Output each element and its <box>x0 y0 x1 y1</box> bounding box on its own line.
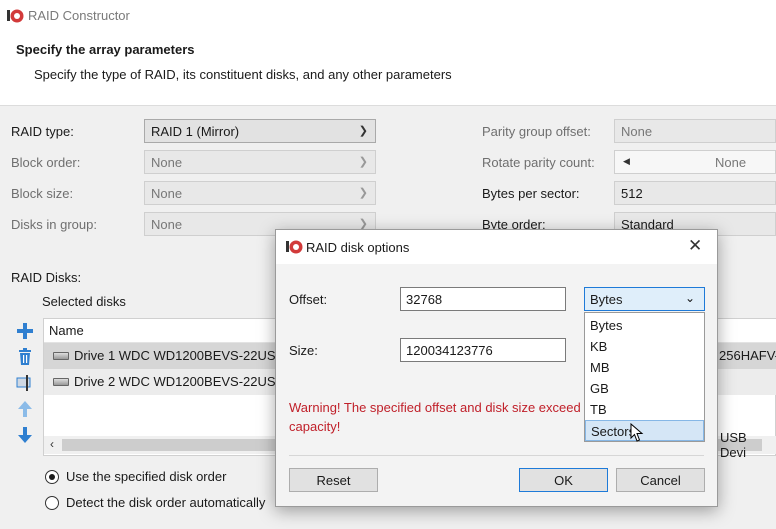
raid-disks-label: RAID Disks: <box>11 270 82 285</box>
cancel-button[interactable]: Cancel <box>616 468 705 492</box>
offset-input[interactable]: 32768 <box>400 287 566 311</box>
selected-disks-label: Selected disks <box>42 294 126 309</box>
raid-app-icon <box>7 9 24 23</box>
chevron-down-icon: ⌄ <box>684 291 695 305</box>
page-title: Specify the array parameters <box>16 42 195 57</box>
disk-detail: 256HAFV-0 <box>719 348 776 363</box>
unit-dropdown-list[interactable]: Bytes KB MB GB TB Sectors <box>584 312 705 442</box>
unit-select-value: Bytes <box>590 292 623 307</box>
add-disk-icon[interactable] <box>15 321 35 341</box>
warning-line-1: Warning! The specified offset and disk s… <box>289 400 581 415</box>
move-down-icon[interactable] <box>15 425 35 445</box>
raid-type-value: RAID 1 (Mirror) <box>151 124 240 139</box>
unit-option-tb[interactable]: TB <box>585 399 704 420</box>
parity-offset-field[interactable]: None <box>614 119 776 143</box>
detect-order-radio[interactable] <box>45 496 59 510</box>
rotate-parity-spinner[interactable]: ◀ None <box>614 150 776 174</box>
dialog-title: RAID disk options <box>306 240 410 255</box>
bytes-per-sector-label: Bytes per sector: <box>482 186 580 201</box>
block-order-label: Block order: <box>11 155 81 170</box>
chevron-down-icon: ❯ <box>358 156 368 168</box>
rotate-parity-value: None <box>715 155 747 170</box>
disks-in-group-label: Disks in group: <box>11 217 97 232</box>
use-specified-order-label[interactable]: Use the specified disk order <box>66 469 226 484</box>
disk-name: Drive 2 WDC WD1200BEVS-22UST <box>74 374 284 389</box>
raid-type-select[interactable]: RAID 1 (Mirror) ❯ <box>144 119 376 143</box>
unit-option-kb[interactable]: KB <box>585 336 704 357</box>
unit-option-gb[interactable]: GB <box>585 378 704 399</box>
trash-icon[interactable] <box>15 347 35 367</box>
block-order-select[interactable]: None ❯ <box>144 150 376 174</box>
warning-line-2: capacity! <box>289 419 341 434</box>
unit-option-mb[interactable]: MB <box>585 357 704 378</box>
block-order-value: None <box>151 155 183 170</box>
reset-button[interactable]: Reset <box>289 468 378 492</box>
move-up-icon[interactable] <box>15 399 35 419</box>
rotate-parity-label: Rotate parity count: <box>482 155 595 170</box>
block-size-value: None <box>151 186 183 201</box>
raid-disk-options-dialog: RAID disk options ✕ Offset: 32768 Bytes … <box>275 229 718 507</box>
hard-drive-icon <box>53 352 69 360</box>
page-subtitle: Specify the type of RAID, its constituen… <box>34 67 452 82</box>
unit-option-bytes[interactable]: Bytes <box>585 315 704 336</box>
disk-name: Drive 1 WDC WD1200BEVS-22UST <box>74 348 284 363</box>
partial-device-text: USB Devi <box>720 430 747 460</box>
raid-app-icon <box>286 240 303 254</box>
window-title: RAID Constructor <box>28 8 130 23</box>
scroll-left-icon[interactable]: ◀ <box>623 156 630 167</box>
offset-label: Offset: <box>289 292 328 307</box>
disks-in-group-value: None <box>151 217 183 232</box>
ok-button[interactable]: OK <box>519 468 608 492</box>
block-size-label: Block size: <box>11 186 74 201</box>
hard-drive-icon <box>53 378 69 386</box>
chevron-down-icon: ❯ <box>358 187 368 199</box>
use-specified-order-radio[interactable] <box>45 470 59 484</box>
unit-select[interactable]: Bytes ⌄ <box>584 287 705 311</box>
bytes-per-sector-field[interactable]: 512 <box>614 181 776 205</box>
chevron-down-icon: ❯ <box>358 125 368 137</box>
parity-offset-label: Parity group offset: <box>482 124 591 139</box>
size-input[interactable]: 120034123776 <box>400 338 566 362</box>
warning-message: Warning! The specified offset and disk s… <box>289 398 581 436</box>
scroll-left-icon[interactable]: ‹ <box>50 437 54 451</box>
size-label: Size: <box>289 343 318 358</box>
detect-order-label[interactable]: Detect the disk order automatically <box>66 495 265 510</box>
unit-option-sectors[interactable]: Sectors <box>585 420 704 441</box>
divider <box>289 455 704 456</box>
close-icon[interactable]: ✕ <box>688 236 702 256</box>
block-size-select[interactable]: None ❯ <box>144 181 376 205</box>
disk-options-icon[interactable] <box>15 373 35 393</box>
raid-type-label: RAID type: <box>11 124 74 139</box>
mouse-cursor-icon <box>630 423 644 442</box>
